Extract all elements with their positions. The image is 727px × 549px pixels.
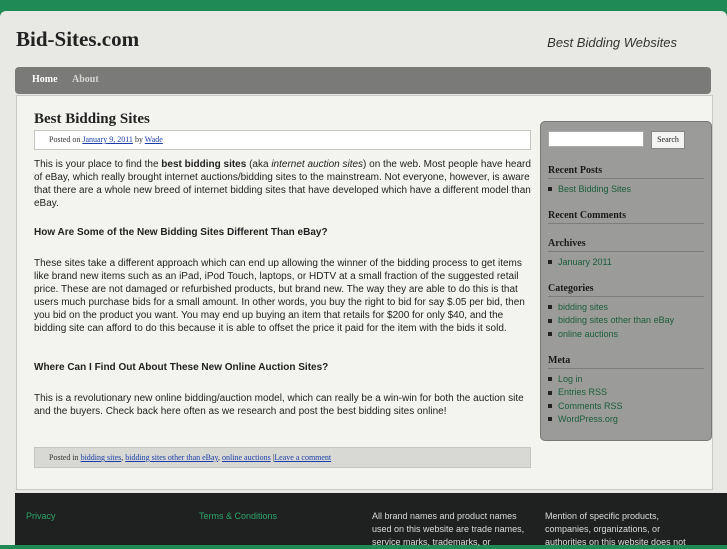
- comma-separator: ,: [121, 453, 124, 462]
- post-author-link[interactable]: Wade: [145, 135, 163, 144]
- bullet-icon: [548, 403, 552, 408]
- bullet-icon: [548, 260, 552, 265]
- p1-text-a: This is your place to find the: [34, 159, 162, 170]
- terms-link[interactable]: Terms & Conditions: [199, 510, 277, 523]
- list-item[interactable]: Comments RSS: [548, 400, 623, 413]
- comma-separator: ,: [218, 453, 221, 462]
- meta-title: Meta: [548, 355, 704, 369]
- categories-title: Categories: [548, 283, 704, 297]
- list-item[interactable]: bidding sites other than eBay: [548, 314, 674, 327]
- category-link-bidding-sites[interactable]: bidding sites: [81, 453, 122, 462]
- post-title[interactable]: Best Bidding Sites: [34, 111, 150, 128]
- category-link-other-than-ebay[interactable]: bidding sites other than eBay: [125, 453, 218, 462]
- list-item[interactable]: January 2011: [548, 256, 612, 269]
- post-paragraph-1: This is your place to find the best bidd…: [34, 158, 534, 210]
- post-footer-prefix: Posted in: [49, 453, 79, 462]
- bullet-icon: [548, 187, 552, 192]
- footer-disclaimer-text: Mention of specific products, companies,…: [545, 511, 686, 547]
- meta-list: Log in Entries RSS Comments RSS WordPres…: [548, 373, 623, 427]
- category-link[interactable]: bidding sites other than eBay: [558, 315, 674, 325]
- post-date-link[interactable]: January 9, 2011: [82, 135, 133, 144]
- post-paragraph-3: This is a revolutionary new online biddi…: [34, 393, 524, 417]
- meta-link-login[interactable]: Log in: [558, 374, 583, 384]
- site-footer: Privacy Terms & Conditions All brand nam…: [15, 493, 727, 547]
- nav-about[interactable]: About: [72, 74, 99, 85]
- meta-link-entries-rss[interactable]: Entries RSS: [558, 387, 607, 397]
- category-link-online-auctions[interactable]: online auctions: [222, 453, 271, 462]
- p1-italic: internet auction sites: [271, 159, 364, 170]
- meta-by: by: [134, 135, 143, 144]
- list-item[interactable]: Best Bidding Sites: [548, 183, 631, 196]
- categories-list: bidding sites bidding sites other than e…: [548, 301, 674, 341]
- search-input[interactable]: [548, 131, 644, 147]
- meta-link-comments-rss[interactable]: Comments RSS: [558, 401, 623, 411]
- bullet-icon: [548, 377, 552, 382]
- category-link[interactable]: online auctions: [558, 329, 618, 339]
- post-heading-1: How Are Some of the New Bidding Sites Di…: [34, 227, 328, 238]
- recent-comments-title: Recent Comments: [548, 210, 704, 224]
- bullet-icon: [548, 390, 552, 395]
- category-link[interactable]: bidding sites: [558, 302, 608, 312]
- page-container: Bid-Sites.com Best Bidding Websites Home…: [0, 11, 727, 547]
- bullet-icon: [548, 331, 552, 336]
- bullet-icon: [548, 305, 552, 310]
- post-heading-2: Where Can I Find Out About These New Onl…: [34, 362, 329, 373]
- post-meta: Posted on January 9, 2011 by Wade: [34, 130, 531, 150]
- list-item[interactable]: WordPress.org: [548, 413, 623, 426]
- p1-bold: best bidding sites: [161, 159, 247, 170]
- archives-title: Archives: [548, 238, 704, 252]
- list-item[interactable]: Entries RSS: [548, 386, 623, 399]
- list-item[interactable]: online auctions: [548, 328, 674, 341]
- archives-list: January 2011: [548, 256, 612, 269]
- bullet-icon: [548, 417, 552, 422]
- footer-trademark-text: All brand names and product names used o…: [372, 511, 525, 547]
- bullet-icon: [548, 318, 552, 323]
- list-item[interactable]: Log in: [548, 373, 623, 386]
- recent-post-link[interactable]: Best Bidding Sites: [558, 184, 631, 194]
- privacy-link[interactable]: Privacy: [26, 510, 56, 523]
- recent-posts-list: Best Bidding Sites: [548, 183, 631, 196]
- nav-home[interactable]: Home: [32, 74, 58, 85]
- list-item[interactable]: bidding sites: [548, 301, 674, 314]
- recent-posts-title: Recent Posts: [548, 165, 704, 179]
- meta-prefix: Posted on: [49, 135, 81, 144]
- site-tagline: Best Bidding Websites: [547, 35, 677, 50]
- post-paragraph-2: These sites take a different approach wh…: [34, 258, 525, 334]
- main-nav: Home About: [15, 67, 711, 94]
- site-title[interactable]: Bid-Sites.com: [16, 27, 139, 52]
- archive-link[interactable]: January 2011: [558, 257, 612, 267]
- post-footer: Posted in bidding sites, bidding sites o…: [34, 447, 531, 468]
- meta-link-wordpress[interactable]: WordPress.org: [558, 414, 618, 424]
- sidebar: Search Recent Posts Best Bidding Sites R…: [540, 121, 712, 441]
- leave-comment-link[interactable]: Leave a comment: [274, 453, 331, 462]
- search-button[interactable]: Search: [651, 131, 685, 149]
- top-accent-bar: [0, 0, 727, 11]
- p1-text-c: (aka: [246, 159, 272, 170]
